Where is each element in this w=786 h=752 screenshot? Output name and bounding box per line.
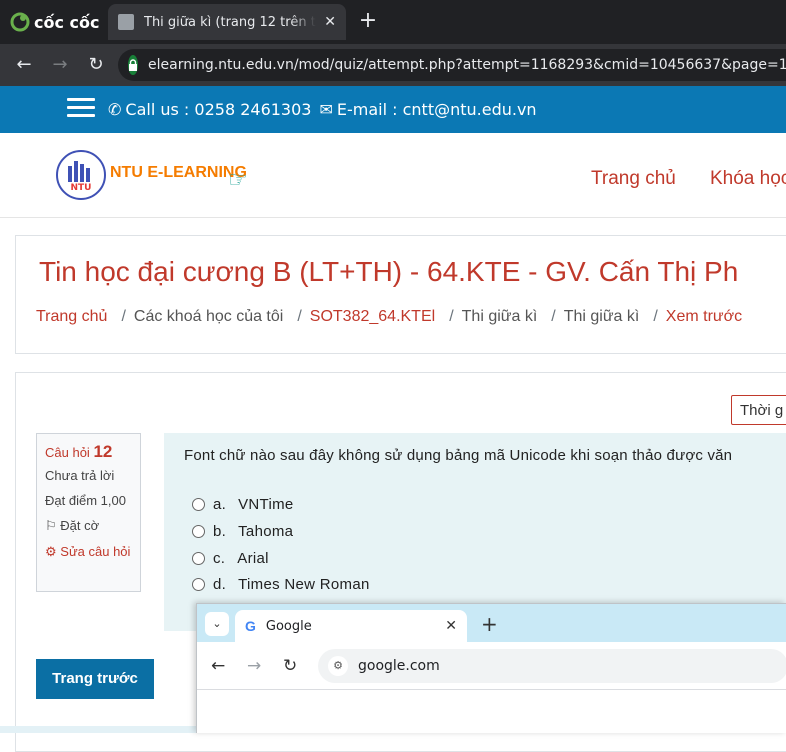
breadcrumb-preview[interactable]: Xem trước [666,308,742,326]
browser-tab-active[interactable]: Thi giữa kì (trang 12 trên tổng ✕ [108,4,346,40]
browser-brand[interactable]: cốc cốc [10,10,100,34]
overlay-tab-google[interactable]: G Google ✕ [235,610,467,642]
menu-hamburger-icon[interactable] [67,98,95,118]
logo-text[interactable]: NTU E-LEARNING [110,164,247,182]
edit-question-link[interactable]: ⚙ Sửa câu hỏi [45,544,132,560]
contact-email: E-mail : cntt@ntu.edu.vn [336,100,537,119]
page-header-card [15,235,786,354]
contact-phone: Call us : 0258 2461303 [125,100,312,119]
quiz-timer: Thời g [731,395,786,425]
answer-option-d[interactable]: d. Times New Roman [192,576,370,593]
nav-home[interactable]: Trang chủ [591,168,676,190]
phone-icon: ✆ [108,100,122,119]
answer-option-c[interactable]: c. Arial [192,550,269,567]
previous-page-button[interactable]: Trang trước [36,659,154,699]
flag-icon: ⚐ [45,518,57,533]
mail-icon: ✉ [319,100,333,119]
breadcrumb-home[interactable]: Trang chủ [36,308,107,326]
question-status: Chưa trả lời [45,468,115,483]
answer-letter: b. [213,523,227,540]
browser-tab-title: Thi giữa kì (trang 12 trên tổng [144,14,316,30]
edit-question-label: Sửa câu hỏi [60,544,131,559]
answer-letter: c. [213,550,226,567]
page-title: Tin học đại cương B (LT+TH) - 64.KTE - G… [39,256,739,287]
google-logo-icon: G [245,618,256,634]
contact-info: ✆ Call us : 0258 2461303 ✉ E-mail : cntt… [108,100,537,119]
question-label: Câu hỏi [45,445,90,460]
browser-brand-label: cốc cốc [34,12,100,32]
svg-text:NTU: NTU [71,183,92,193]
answer-option-b[interactable]: b. Tahoma [192,523,293,540]
breadcrumb-course[interactable]: SOT382_64.KTEl [310,308,435,326]
address-bar[interactable]: elearning.ntu.edu.vn/mod/quiz/attempt.ph… [118,49,786,81]
close-tab-icon[interactable]: ✕ [445,618,457,634]
overlay-tab-title: Google [265,618,312,634]
answer-letter: d. [213,576,227,593]
secure-lock-icon[interactable] [128,55,138,75]
breadcrumb-my-courses[interactable]: Các khoá học của tôi [134,308,283,326]
ntu-logo[interactable]: NTU [56,150,106,200]
back-arrow-icon[interactable]: ← [12,53,36,77]
page-favicon-icon [118,14,134,30]
close-tab-icon[interactable]: ✕ [324,14,336,30]
breadcrumb: Trang chủ / Các khoá học của tôi / SOT38… [36,308,743,326]
breadcrumb-section[interactable]: Thi giữa kì [462,308,538,326]
question-number: 12 [93,442,113,461]
question-text: Font chữ nào sau đây không sử dụng bảng … [184,447,733,464]
question-score: Đạt điểm 1,00 [45,493,126,508]
pointer-hand-icon: ☞ [228,168,248,193]
answer-option-a[interactable]: a. VNTime [192,496,294,513]
back-arrow-icon[interactable]: ← [211,656,225,676]
answer-text: Arial [237,550,269,567]
forward-arrow-icon[interactable]: → [48,53,72,77]
coccoc-logo-icon [10,12,30,32]
breadcrumb-quiz[interactable]: Thi giữa kì [564,308,640,326]
site-settings-icon[interactable]: ⚙ [328,656,348,676]
reload-icon[interactable]: ↻ [84,53,108,77]
radio-button[interactable] [192,525,205,538]
radio-button[interactable] [192,498,205,511]
new-tab-icon[interactable]: + [481,612,498,636]
radio-button[interactable] [192,578,205,591]
reload-icon[interactable]: ↻ [283,656,297,676]
answer-letter: a. [213,496,227,513]
flag-question-button[interactable]: ⚐ Đặt cờ [45,518,132,534]
new-tab-icon[interactable]: + [356,9,380,33]
url-text: elearning.ntu.edu.vn/mod/quiz/attempt.ph… [148,57,786,73]
overlay-url-text: google.com [358,658,440,674]
answer-text: VNTime [238,496,294,513]
question-info: Câu hỏi 12 Chưa trả lời Đạt điểm 1,00 ⚐ … [36,433,141,592]
overlay-address-bar[interactable]: ⚙ google.com [318,649,786,683]
gear-icon: ⚙ [45,544,57,559]
answer-text: Tahoma [238,523,294,540]
forward-arrow-icon[interactable]: → [247,656,261,676]
answer-text: Times New Roman [238,576,370,593]
radio-button[interactable] [192,552,205,565]
tab-search-chevron-icon[interactable]: ⌄ [205,612,229,636]
nav-courses[interactable]: Khóa học [710,168,786,190]
flag-label: Đặt cờ [60,518,100,533]
